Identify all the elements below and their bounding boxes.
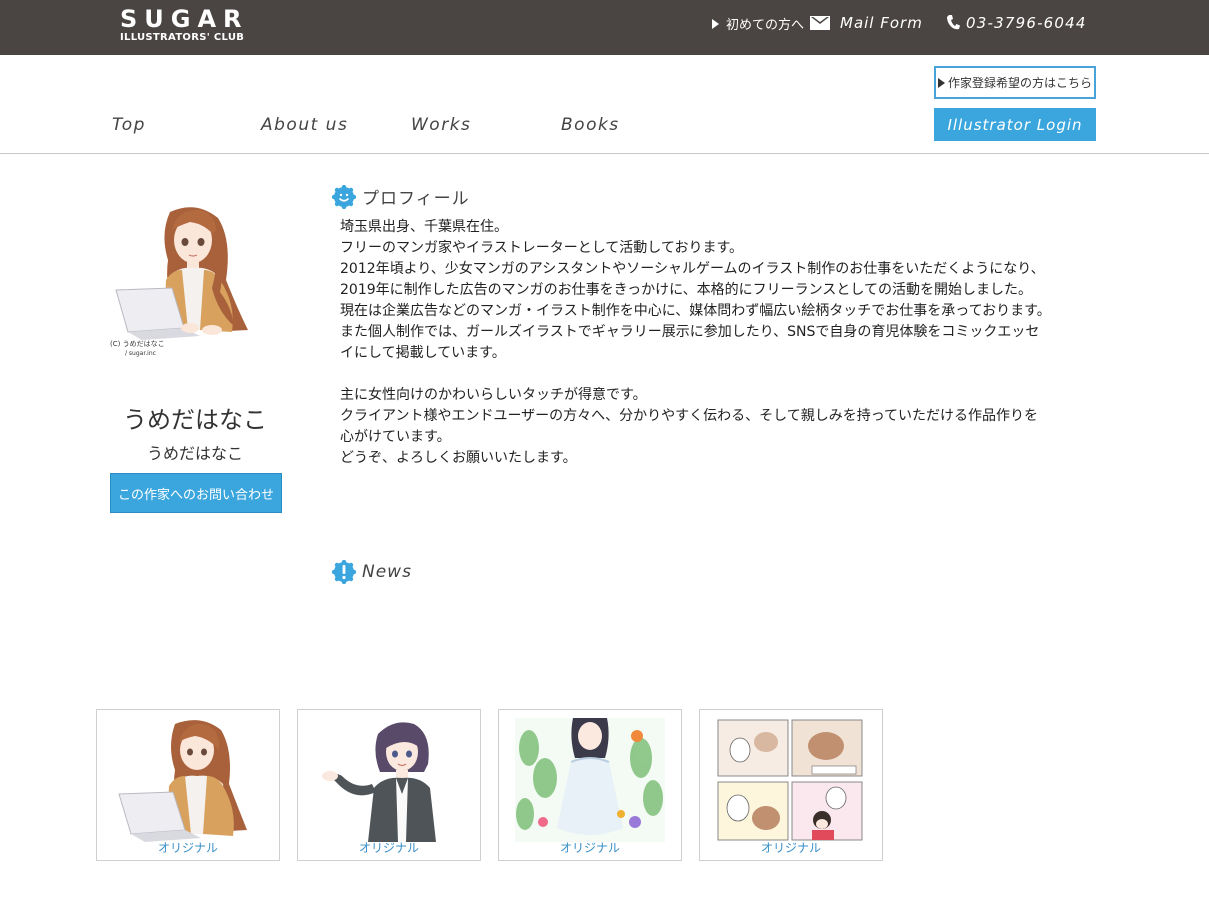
illustrator-register-button[interactable]: 作家登録希望の方はこちら xyxy=(934,66,1096,99)
triangle-right-icon xyxy=(712,18,719,29)
work-thumbnail[interactable]: オリジナル xyxy=(297,709,481,861)
profile-bio: 埼玉県出身、千葉県在住。 フリーのマンガ家やイラストレーターとして活動しておりま… xyxy=(340,217,1052,469)
smile-badge-icon xyxy=(331,184,357,209)
phone-number: 03-3796-6044 xyxy=(966,14,1087,32)
nav-item-top[interactable]: Top xyxy=(112,115,146,135)
work-thumbnail[interactable]: オリジナル xyxy=(699,709,883,861)
work-thumbnail[interactable]: オリジナル xyxy=(498,709,682,861)
bio-spacer xyxy=(340,364,1052,385)
work-label: オリジナル xyxy=(760,841,821,855)
bio-line: また個人制作では、ガールズイラストでギャラリー展示に参加したり、SNSで自身の育… xyxy=(340,324,1040,361)
bio-line: 主に女性向けのかわいらしいタッチが得意です。 xyxy=(340,387,647,403)
artist-name: うめだはなこ xyxy=(123,406,267,434)
bio-line: 2012年頃より、少女マンガのアシスタントやソーシャルゲームのイラスト制作のお仕… xyxy=(340,261,1045,298)
news-title: News xyxy=(362,562,412,582)
contact-artist-button[interactable]: この作家へのお問い合わせ xyxy=(110,473,282,513)
work-image xyxy=(716,718,866,842)
work-label: オリジナル xyxy=(559,841,620,855)
portrait-caption-line-2: / sugar.inc xyxy=(125,350,156,357)
bio-line: 埼玉県出身、千葉県在住。 xyxy=(340,219,508,235)
work-thumbnail[interactable]: オリジナル xyxy=(96,709,280,861)
triangle-right-icon xyxy=(937,77,945,88)
work-image xyxy=(113,718,263,842)
news-heading: News xyxy=(331,559,412,585)
illustrator-login-button[interactable]: Illustrator Login xyxy=(934,108,1096,141)
first-time-link-label: 初めての方へ xyxy=(726,18,805,33)
envelope-icon xyxy=(810,16,830,30)
artist-portrait: (C) うめだはなこ / sugar.inc xyxy=(108,200,258,360)
bio-line: フリーのマンガ家やイラストレーターとして活動しております。 xyxy=(340,240,744,256)
phone-icon xyxy=(946,14,960,32)
register-button-label: 作家登録希望の方はこちら xyxy=(947,76,1092,90)
exclamation-badge-icon xyxy=(331,559,357,585)
bio-line: クライアント様やエンドユーザーの方々へ、分かりやすく伝わる、そして親しみを持って… xyxy=(340,408,1039,445)
work-label: オリジナル xyxy=(358,841,419,855)
work-image xyxy=(314,718,464,842)
bio-line: 現在は企業広告などのマンガ・イラスト制作を中心に、媒体問わず幅広い絵柄タッチでお… xyxy=(340,303,1051,319)
nav-item-works[interactable]: Works xyxy=(411,115,471,135)
nav-item-about-us[interactable]: About us xyxy=(261,115,348,135)
mail-form-link[interactable]: Mail Form xyxy=(810,14,923,32)
portrait-caption-line-1: (C) うめだはなこ xyxy=(110,340,165,348)
bio-line: どうぞ、よろしくお願いいたします。 xyxy=(340,450,577,466)
mail-form-label: Mail Form xyxy=(840,14,923,32)
phone-link[interactable]: 03-3796-6044 xyxy=(946,14,1087,32)
nav-item-books[interactable]: Books xyxy=(561,115,620,135)
first-time-link[interactable]: 初めての方へ xyxy=(712,14,804,33)
profile-heading: プロフィール xyxy=(331,184,470,209)
top-bar: SUGAR ILLUSTRATORS' CLUB 初めての方へ Mail For… xyxy=(0,0,1209,55)
profile-title: プロフィール xyxy=(362,189,470,209)
artist-name-reading: うめだはなこ xyxy=(146,444,243,463)
work-label: オリジナル xyxy=(157,841,218,855)
work-image xyxy=(515,718,665,842)
